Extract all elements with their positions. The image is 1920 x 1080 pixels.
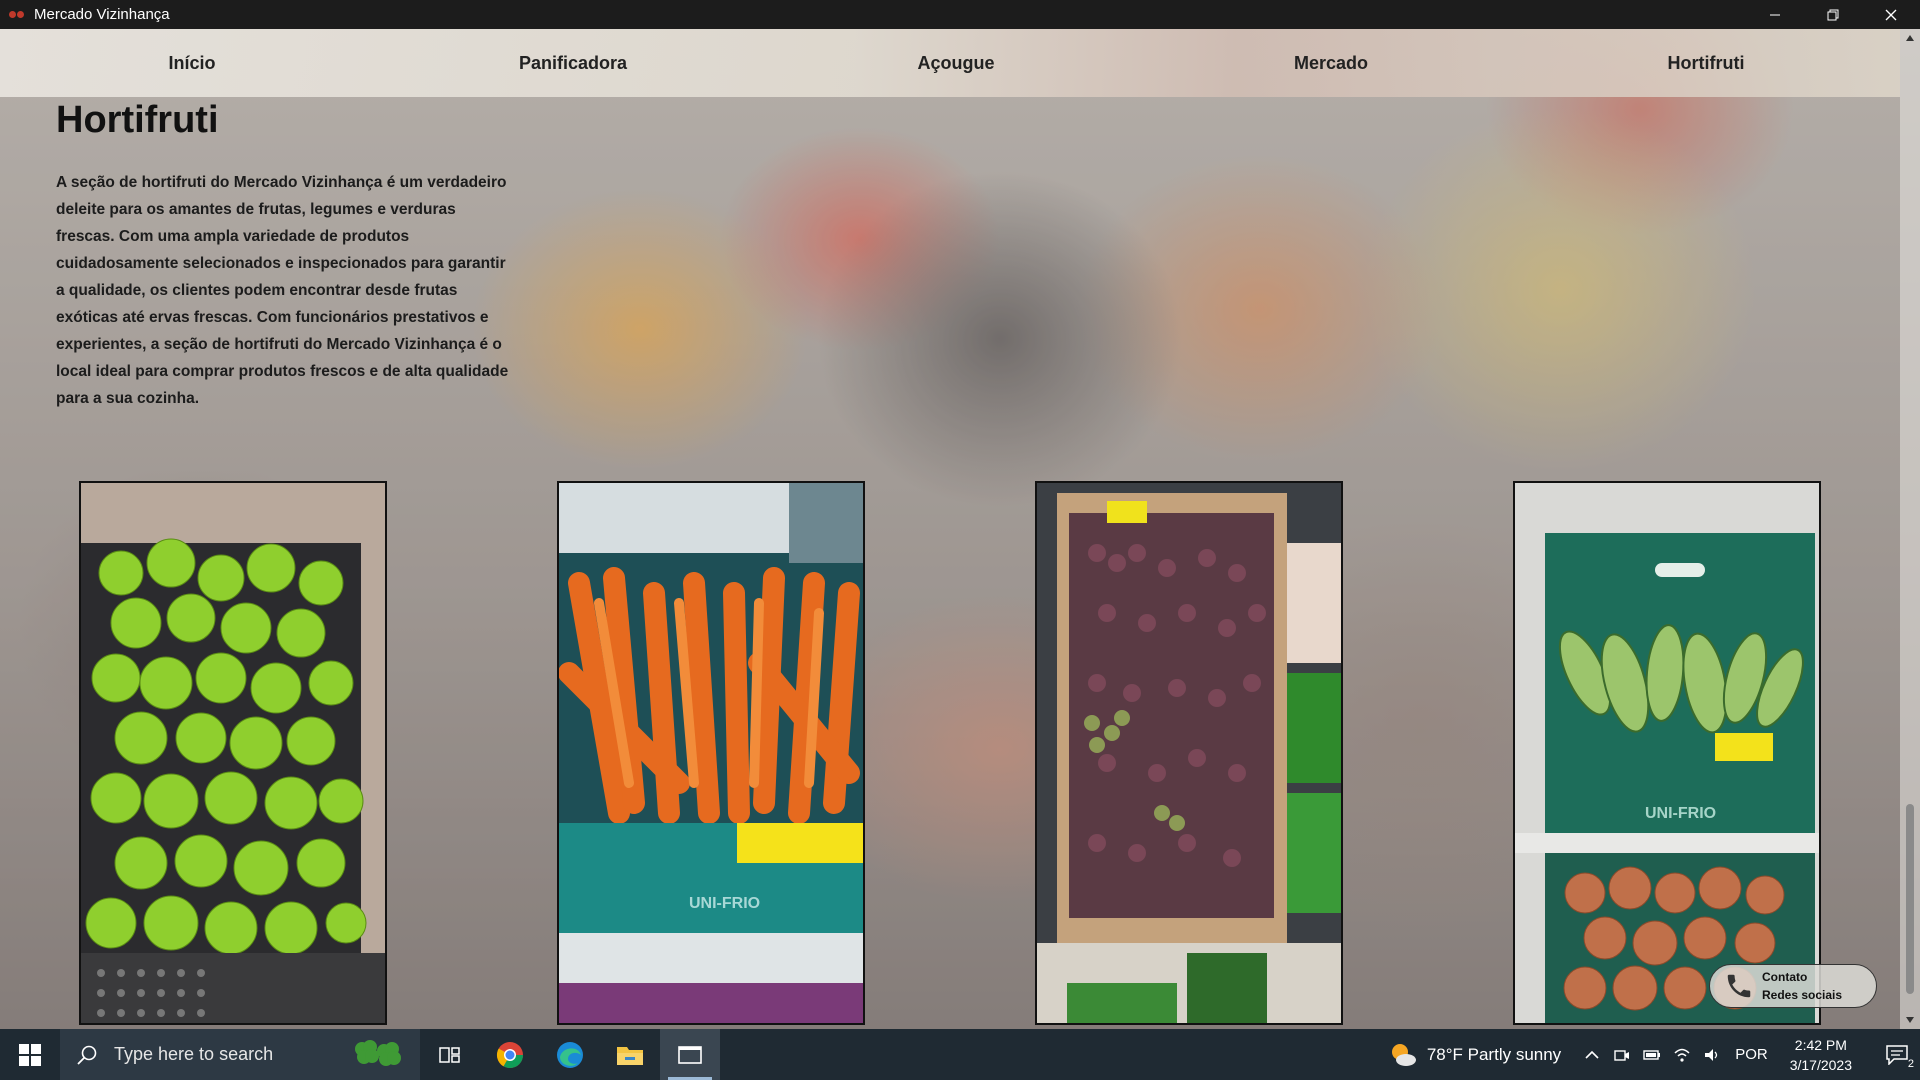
nav-hortifruti[interactable]: Hortifruti	[1606, 29, 1806, 97]
close-icon	[1885, 9, 1897, 20]
phone-icon	[1727, 974, 1751, 998]
nav-mercado[interactable]: Mercado	[1231, 29, 1431, 97]
app-window-button[interactable]	[660, 1029, 720, 1080]
contact-labels: Contato Redes sociais	[1762, 968, 1842, 1004]
meet-now-icon[interactable]	[1613, 1046, 1631, 1064]
tray-icons	[1583, 1046, 1721, 1064]
restore-icon	[1827, 9, 1839, 20]
title-bar: Mercado Vizinhança	[0, 0, 1920, 29]
clock-time: 2:42 PM	[1794, 1036, 1847, 1053]
app-window-icon	[678, 1045, 702, 1064]
clover-icon	[355, 1040, 401, 1066]
notification-icon	[1886, 1044, 1908, 1065]
contact-label: Contato	[1762, 970, 1808, 984]
file-explorer-button[interactable]	[600, 1029, 660, 1080]
notification-center-button[interactable]: 2	[1874, 1029, 1920, 1080]
scroll-up-icon[interactable]	[1906, 35, 1914, 41]
page-viewport: Início Panificadora Açougue Mercado Hort…	[0, 29, 1920, 1029]
file-explorer-icon	[617, 1046, 643, 1065]
photo-limes	[79, 481, 387, 1025]
task-view-icon	[439, 1046, 460, 1063]
zucchini-onions-image: UNI-FRIO	[1515, 483, 1819, 1023]
app-logo-icon	[9, 9, 25, 21]
weather-widget[interactable]: 78°F Partly sunny	[1389, 1041, 1561, 1069]
contact-button[interactable]: Contato Redes sociais	[1709, 964, 1877, 1008]
restore-button[interactable]	[1804, 0, 1862, 29]
window-controls	[1746, 0, 1920, 29]
taskbar: 78°F Partly sunny POR 2:42 PM 3/17/2023 …	[0, 1029, 1920, 1080]
social-label: Redes sociais	[1762, 988, 1843, 1002]
task-view-button[interactable]	[420, 1029, 480, 1080]
window-title: Mercado Vizinhança	[34, 6, 170, 23]
clock-date: 3/17/2023	[1789, 1056, 1852, 1073]
partly-sunny-icon	[1391, 1043, 1416, 1066]
photo-grapes	[1035, 481, 1343, 1025]
limes-image	[81, 483, 385, 1023]
svg-text:UNI-FRIO: UNI-FRIO	[689, 895, 760, 912]
minimize-icon	[1770, 14, 1780, 15]
nav-acougue[interactable]: Açougue	[856, 29, 1056, 97]
search-icon	[77, 1045, 97, 1065]
nav-panificadora[interactable]: Panificadora	[473, 29, 673, 97]
search-input[interactable]	[112, 1043, 336, 1066]
taskbar-search[interactable]	[60, 1029, 420, 1080]
language-indicator[interactable]: POR	[1735, 1046, 1768, 1063]
scroll-down-icon[interactable]	[1906, 1017, 1914, 1023]
start-button[interactable]	[0, 1029, 60, 1080]
page-scrollbar[interactable]	[1900, 29, 1920, 1029]
system-tray: 78°F Partly sunny POR 2:42 PM 3/17/2023 …	[1389, 1029, 1920, 1080]
photo-zucchini-onions: UNI-FRIO	[1513, 481, 1821, 1025]
chevron-up-icon[interactable]	[1583, 1046, 1601, 1064]
chrome-icon	[496, 1041, 524, 1068]
scroll-thumb[interactable]	[1906, 804, 1914, 994]
grapes-image	[1037, 483, 1341, 1023]
edge-icon	[557, 1041, 583, 1068]
minimize-button[interactable]	[1746, 0, 1804, 29]
main-nav: Início Panificadora Açougue Mercado Hort…	[0, 29, 1900, 97]
section-description: A seção de hortifruti do Mercado Vizinha…	[56, 174, 509, 407]
chrome-button[interactable]	[480, 1029, 540, 1080]
close-button[interactable]	[1862, 0, 1920, 29]
windows-logo-icon	[19, 1043, 41, 1066]
weather-text: 78°F Partly sunny	[1426, 1044, 1562, 1064]
notification-count: 2	[1907, 1058, 1914, 1070]
battery-icon[interactable]	[1643, 1046, 1661, 1064]
wifi-icon[interactable]	[1673, 1046, 1691, 1064]
volume-icon[interactable]	[1703, 1046, 1721, 1064]
svg-text:UNI-FRIO: UNI-FRIO	[1645, 805, 1716, 822]
photo-carrots: UNI-FRIO	[557, 481, 865, 1025]
nav-inicio[interactable]: Início	[92, 29, 292, 97]
edge-button[interactable]	[540, 1029, 600, 1080]
section-title: Hortifruti	[56, 99, 219, 141]
carrots-image: UNI-FRIO	[559, 483, 863, 1023]
clock[interactable]: 2:42 PM 3/17/2023	[1790, 1035, 1852, 1075]
